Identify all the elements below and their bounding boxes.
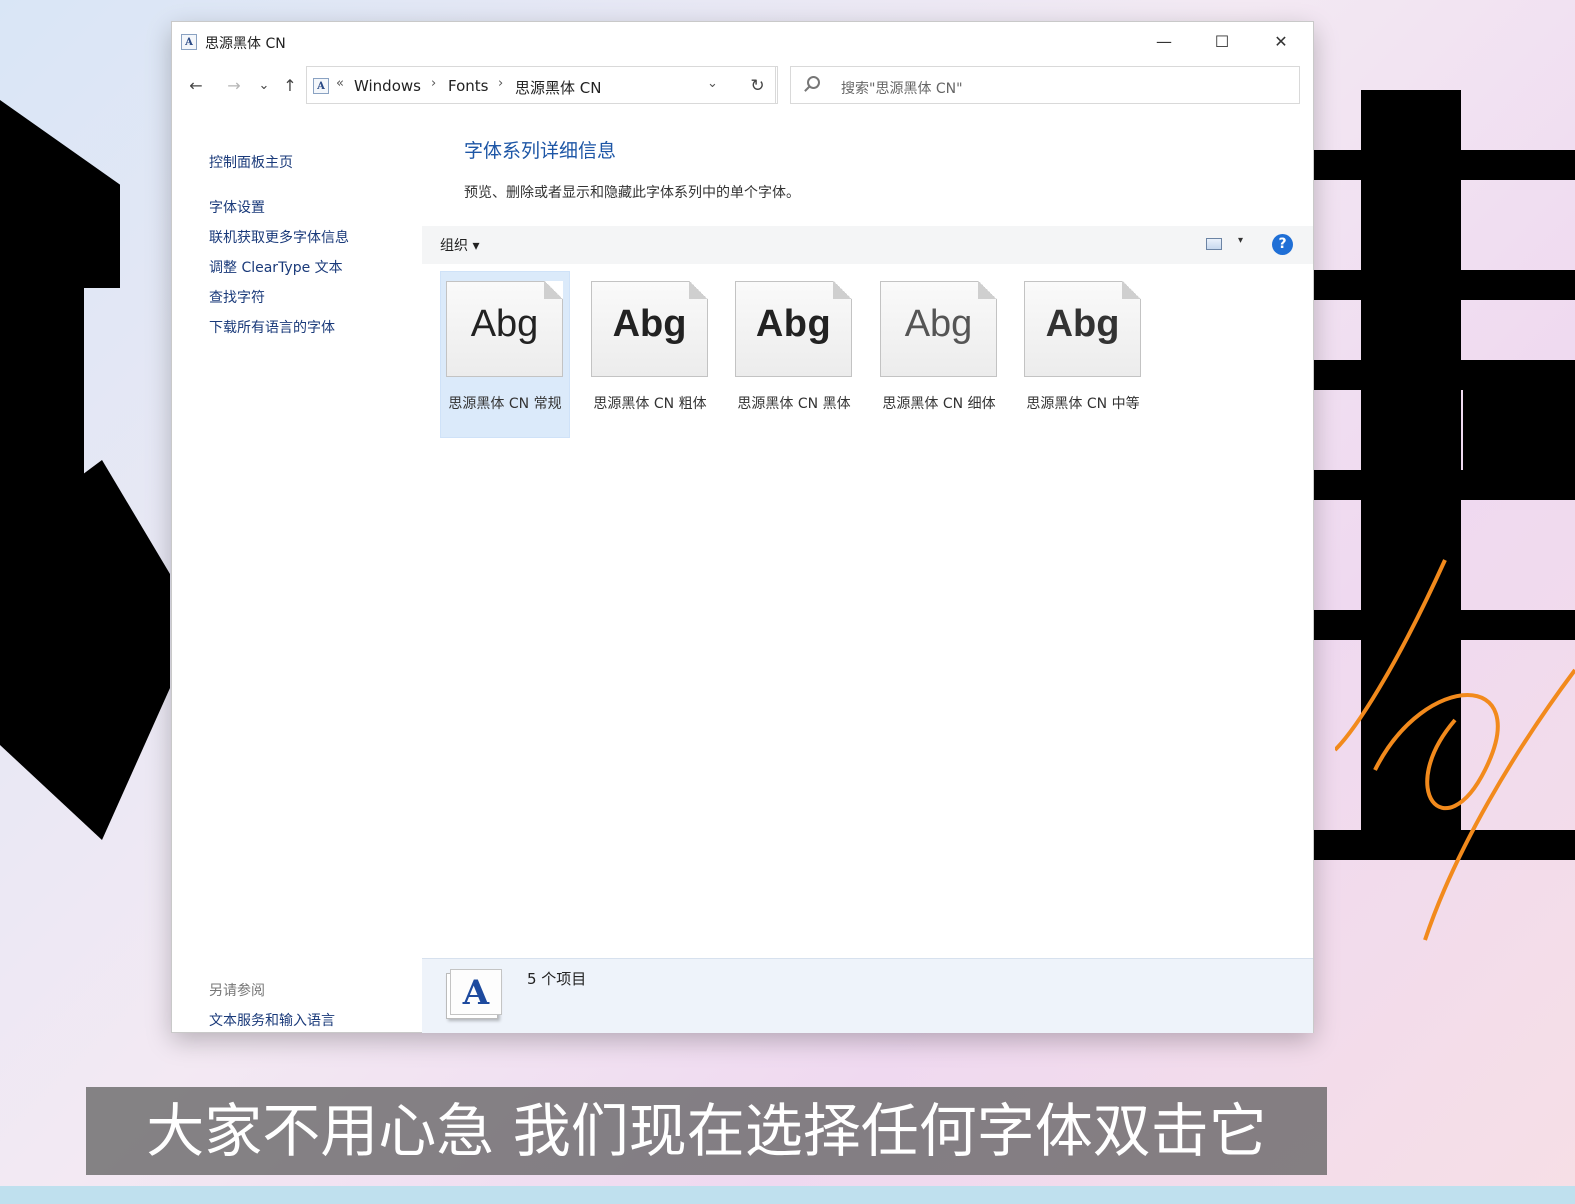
breadcrumb-fonts[interactable]: Fonts [448, 77, 488, 95]
page-fold-icon [978, 281, 997, 299]
address-bar[interactable]: A « Windows › Fonts › 思源黑体 CN ⌄ [306, 66, 776, 104]
maximize-button[interactable]: ☐ [1193, 22, 1251, 62]
font-item-label: 思源黑体 CN 常规 [448, 396, 562, 412]
up-arrow-icon[interactable]: ↑ [278, 74, 302, 98]
font-sample: Abg [1045, 303, 1120, 345]
title-bar: A 思源黑体 CN — ☐ ✕ [172, 22, 1313, 62]
font-folder-icon: A [181, 34, 197, 50]
font-item-label: 思源黑体 CN 黑体 [737, 396, 851, 412]
orange-signature-stroke [1335, 559, 1575, 941]
font-item-regular[interactable]: Abg 思源黑体 CN 常规 [440, 271, 570, 438]
font-sample: Abg [904, 303, 973, 345]
main-content: 字体系列详细信息 预览、删除或者显示和隐藏此字体系列中的单个字体。 组织 ▾ ▾… [422, 106, 1313, 1032]
search-box[interactable]: 搜索"思源黑体 CN" [790, 66, 1300, 104]
window-title: 思源黑体 CN [205, 36, 286, 52]
font-family-icon: A [446, 969, 502, 1021]
minimize-button[interactable]: — [1135, 22, 1193, 62]
back-arrow-icon[interactable]: ← [184, 74, 208, 98]
page-fold-icon [544, 281, 563, 299]
chevron-down-icon[interactable]: ⌄ [707, 76, 718, 91]
font-item-label: 思源黑体 CN 粗体 [593, 396, 707, 412]
refresh-button[interactable]: ↻ [738, 66, 778, 104]
search-placeholder[interactable]: 搜索"思源黑体 CN" [841, 78, 963, 98]
font-folder-icon: A [313, 78, 329, 94]
change-view-icon[interactable] [1206, 238, 1222, 250]
organize-menu-button[interactable]: 组织 ▾ [440, 235, 479, 255]
recent-locations-icon[interactable]: ⌄ [252, 74, 276, 98]
font-letter-icon: A [450, 969, 502, 1015]
details-pane: A 5 个项目 [422, 958, 1313, 1033]
page-fold-icon [689, 281, 708, 299]
breadcrumb-current[interactable]: 思源黑体 CN [515, 77, 601, 98]
font-sample: Abg [755, 303, 832, 345]
navigation-bar: ← → ⌄ ↑ A « Windows › Fonts › 思源黑体 CN ⌄ … [172, 66, 1313, 106]
font-item-heavy[interactable]: Abg 思源黑体 CN 黑体 [729, 271, 859, 438]
font-item-bold[interactable]: Abg 思源黑体 CN 粗体 [585, 271, 715, 438]
command-bar: 组织 ▾ ▾ ? [422, 226, 1313, 264]
sidebar-link-text-services[interactable]: 文本服务和输入语言 [209, 1010, 335, 1030]
search-icon [807, 76, 820, 89]
font-item-medium[interactable]: Abg 思源黑体 CN 中等 [1018, 271, 1148, 438]
page-description: 预览、删除或者显示和隐藏此字体系列中的单个字体。 [464, 185, 800, 201]
sidebar-link-font-settings[interactable]: 字体设置 [209, 197, 265, 217]
page-title: 字体系列详细信息 [464, 140, 617, 162]
font-item-light[interactable]: Abg 思源黑体 CN 细体 [874, 271, 1004, 438]
chevron-right-icon[interactable]: › [498, 76, 503, 91]
see-also-heading: 另请参阅 [209, 983, 265, 999]
breadcrumb-windows[interactable]: Windows [354, 77, 421, 95]
forward-arrow-icon[interactable]: → [222, 74, 246, 98]
sidebar-link-download-fonts[interactable]: 下载所有语言的字体 [209, 317, 335, 337]
font-family-window: A 思源黑体 CN — ☐ ✕ ← → ⌄ ↑ A « Windows › Fo… [172, 22, 1313, 1033]
font-sample: Abg [470, 303, 539, 345]
font-sample: Abg [612, 303, 687, 345]
chevron-right-icon[interactable]: › [431, 76, 436, 91]
video-subtitle: 大家不用心急 我们现在选择任何字体双击它 [86, 1087, 1327, 1175]
sidebar-link-find-character[interactable]: 查找字符 [209, 287, 265, 307]
font-item-label: 思源黑体 CN 中等 [1026, 396, 1140, 412]
sidebar-link-cleartype[interactable]: 调整 ClearType 文本 [209, 257, 343, 277]
font-item-label: 思源黑体 CN 细体 [882, 396, 996, 412]
help-icon[interactable]: ? [1272, 234, 1293, 255]
bottom-strip [0, 1186, 1575, 1204]
font-file-icon [446, 281, 563, 377]
close-button[interactable]: ✕ [1252, 22, 1310, 62]
page-fold-icon [1122, 281, 1141, 299]
background-glyph-left-bottom [0, 460, 170, 840]
sidebar-link-control-panel-home[interactable]: 控制面板主页 [209, 152, 293, 172]
sidebar-link-online-font-info[interactable]: 联机获取更多字体信息 [209, 227, 349, 247]
item-count: 5 个项目 [527, 970, 587, 988]
sidebar: 控制面板主页 字体设置 联机获取更多字体信息 调整 ClearType 文本 查… [172, 106, 422, 1032]
page-fold-icon [833, 281, 852, 299]
view-options-caret-icon[interactable]: ▾ [1238, 235, 1243, 246]
address-overflow-icon[interactable]: « [336, 76, 344, 91]
